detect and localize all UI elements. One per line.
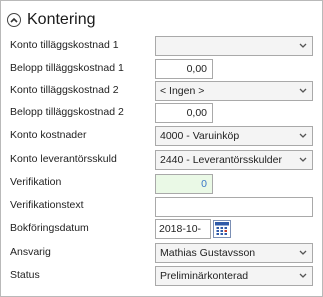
row-verifikation: Verifikation 0 [1, 172, 322, 194]
select-ansvarig-value: Mathias Gustavsson [160, 247, 256, 259]
select-konto-kostnader[interactable]: 4000 - Varuinköp [155, 126, 313, 146]
chevron-down-icon [299, 88, 307, 93]
select-ansvarig[interactable]: Mathias Gustavsson [155, 243, 313, 263]
row-konto-tillagg-1: Konto tilläggskostnad 1 [1, 35, 322, 57]
row-belopp-tillagg-1: Belopp tilläggskostnad 1 0,00 [1, 58, 322, 80]
row-belopp-tillagg-2: Belopp tilläggskostnad 2 0,00 [1, 102, 322, 124]
calendar-button[interactable] [213, 220, 231, 238]
select-konto-kostnader-value: 4000 - Varuinköp [160, 130, 240, 142]
label-konto-kostnader: Konto kostnader [10, 129, 87, 141]
label-konto-tillagg-1: Konto tilläggskostnad 1 [10, 39, 119, 51]
select-status-value: Preliminärkonterad [160, 270, 249, 282]
input-belopp-tillagg-2[interactable]: 0,00 [155, 103, 213, 123]
row-konto-kostnader: Konto kostnader 4000 - Varuinköp [1, 125, 322, 147]
label-konto-tillagg-2: Konto tilläggskostnad 2 [10, 84, 119, 96]
row-konto-tillagg-2: Konto tilläggskostnad 2 < Ingen > [1, 80, 322, 102]
input-verifikationstext[interactable] [155, 197, 313, 217]
select-konto-tillagg-2[interactable]: < Ingen > [155, 81, 313, 101]
chevron-down-icon [299, 43, 307, 48]
select-konto-tillagg-2-value: < Ingen > [160, 85, 205, 97]
select-status[interactable]: Preliminärkonterad [155, 266, 313, 286]
label-belopp-tillagg-1: Belopp tilläggskostnad 1 [10, 62, 124, 74]
row-status: Status Preliminärkonterad [1, 265, 322, 287]
label-verifikation: Verifikation [10, 176, 62, 188]
select-konto-leverantorsskuld-value: 2440 - Leverantörsskulder [160, 154, 282, 166]
row-konto-leverantorsskuld: Konto leverantörsskuld 2440 - Leverantör… [1, 149, 322, 171]
collapse-button[interactable] [7, 13, 21, 27]
input-bokforingsdatum[interactable]: 2018-10-29 [155, 219, 211, 253]
input-verifikation[interactable]: 0 [155, 174, 213, 194]
chevron-down-icon [299, 157, 307, 162]
chevron-down-icon [299, 250, 307, 255]
section-header: Kontering [7, 9, 96, 31]
select-konto-tillagg-1[interactable] [155, 36, 313, 56]
label-verifikationstext: Verifikationstext [10, 199, 84, 211]
chevron-down-icon [299, 273, 307, 278]
section-title: Kontering [27, 11, 96, 28]
label-bokforingsdatum: Bokföringsdatum [10, 222, 89, 234]
calendar-icon [215, 222, 229, 236]
chevron-up-icon [10, 17, 18, 23]
label-ansvarig: Ansvarig [10, 246, 51, 258]
label-konto-leverantorsskuld: Konto leverantörsskuld [10, 153, 117, 165]
row-ansvarig: Ansvarig Mathias Gustavsson [1, 242, 322, 264]
chevron-down-icon [299, 133, 307, 138]
row-verifikationstext: Verifikationstext [1, 195, 322, 217]
select-konto-leverantorsskuld[interactable]: 2440 - Leverantörsskulder [155, 150, 313, 170]
input-belopp-tillagg-1[interactable]: 0,00 [155, 59, 213, 79]
kontering-panel: Kontering Konto tilläggskostnad 1 Belopp… [0, 0, 323, 297]
label-status: Status [10, 269, 40, 281]
label-belopp-tillagg-2: Belopp tilläggskostnad 2 [10, 106, 124, 118]
row-bokforingsdatum: Bokföringsdatum 2018-10-29 [1, 218, 322, 253]
